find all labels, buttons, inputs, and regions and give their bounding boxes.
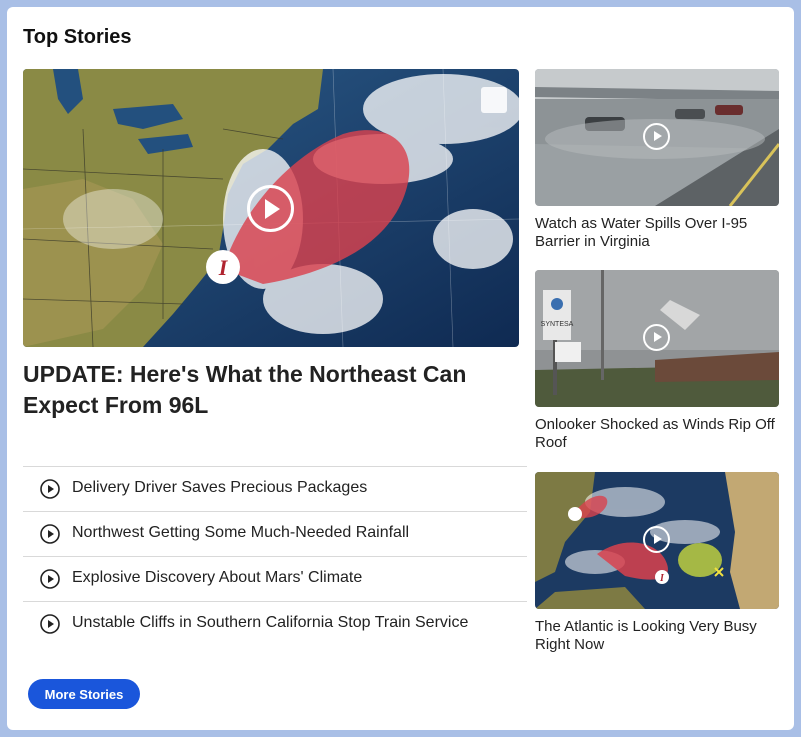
side-story-caption: The Atlantic is Looking Very Busy Right …: [535, 618, 757, 653]
list-item-label: Northwest Getting Some Much-Needed Rainf…: [72, 524, 410, 541]
side-video-thumbnail[interactable]: I: [535, 472, 779, 609]
play-circle-icon: [40, 569, 60, 589]
list-item[interactable]: Explosive Discovery About Mars' Climate: [23, 556, 527, 601]
section-title: Top Stories: [23, 26, 132, 48]
list-item-label: Delivery Driver Saves Precious Packages: [72, 479, 368, 496]
side-story-card[interactable]: SYNTESA Onlooker Shocked as Winds Rip Of…: [535, 270, 779, 452]
play-icon[interactable]: [643, 324, 670, 351]
hero-headline[interactable]: UPDATE: Here's What the Northeast Can Ex…: [23, 359, 519, 421]
side-video-thumbnail[interactable]: SYNTESA: [535, 270, 779, 407]
side-story-card[interactable]: I The Atlantic is Looking Very Busy Righ…: [535, 472, 779, 654]
list-item[interactable]: Northwest Getting Some Much-Needed Rainf…: [23, 511, 527, 556]
side-story-caption: Watch as Water Spills Over I-95 Barrier …: [535, 215, 748, 250]
top-stories-card: Top Stories I UPDATE: Here's What the No…: [7, 7, 794, 730]
weather-logo: [481, 87, 507, 113]
list-item-label: Explosive Discovery About Mars' Climate: [72, 569, 363, 586]
hero-video-thumbnail[interactable]: I: [23, 69, 519, 347]
list-item[interactable]: Unstable Cliffs in Southern California S…: [23, 601, 527, 646]
hero-map-badge: I: [218, 255, 229, 280]
more-stories-button[interactable]: More Stories: [28, 679, 140, 709]
play-circle-icon: [40, 614, 60, 634]
list-item[interactable]: Delivery Driver Saves Precious Packages: [23, 466, 527, 511]
side-video-thumbnail[interactable]: [535, 69, 779, 206]
story-list: Delivery Driver Saves Precious Packages …: [23, 466, 527, 646]
play-circle-icon: [40, 524, 60, 544]
play-icon[interactable]: [643, 123, 670, 150]
play-icon[interactable]: [643, 526, 670, 553]
side-story-caption: Onlooker Shocked as Winds Rip Off Roof: [535, 416, 775, 451]
sign-text: SYNTESA: [541, 321, 574, 328]
side-story-card[interactable]: Watch as Water Spills Over I-95 Barrier …: [535, 69, 779, 251]
play-circle-icon: [40, 479, 60, 499]
list-item-label: Unstable Cliffs in Southern California S…: [72, 614, 469, 631]
play-icon[interactable]: [247, 185, 294, 232]
